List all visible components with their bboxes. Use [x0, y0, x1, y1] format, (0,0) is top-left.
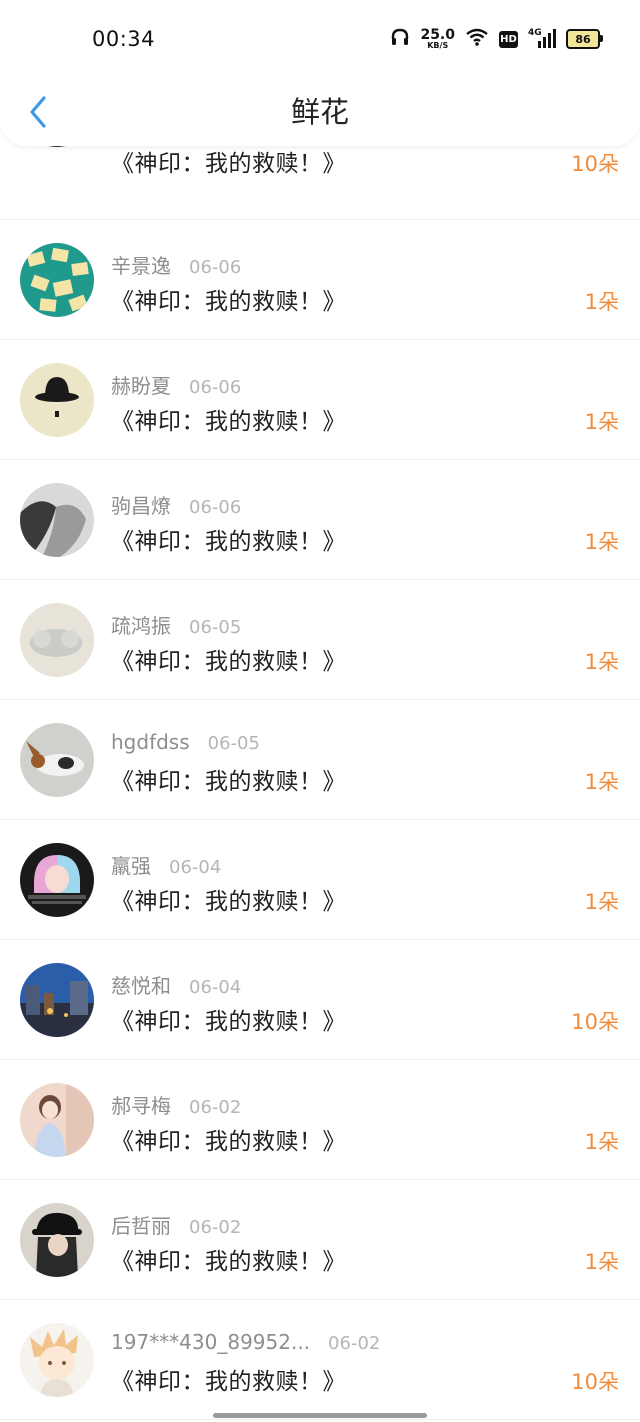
- list-item[interactable]: 辛景逸 06-06 《神印：我的救赎！》 1朵: [0, 220, 640, 340]
- avatar[interactable]: [20, 363, 94, 437]
- status-icons: 25.0 KB/S HD 4G 86: [390, 24, 603, 54]
- flower-count: 1朵: [584, 890, 619, 914]
- list-item[interactable]: 赫盼夏 06-06 《神印：我的救赎！》 1朵: [0, 340, 640, 460]
- user-name: 赫盼夏: [111, 374, 171, 398]
- gift-date: 06-06: [189, 497, 242, 518]
- list-item[interactable]: 后哲丽 06-02 《神印：我的救赎！》 1朵: [0, 1180, 640, 1300]
- gift-date: 06-06: [189, 257, 242, 278]
- gift-date: 06-02: [189, 1217, 242, 1238]
- flower-count: 1朵: [584, 290, 619, 314]
- wifi-icon: [465, 27, 489, 51]
- app-header: 00:34 25.0 KB/S HD 4G 86 鲜花: [0, 0, 640, 146]
- gift-date: 06-02: [328, 1333, 381, 1354]
- user-name: 辛景逸: [111, 254, 171, 278]
- book-title: 《神印：我的救赎！》: [111, 409, 346, 435]
- home-indicator[interactable]: [213, 1413, 427, 1418]
- flower-count: 1朵: [584, 410, 619, 434]
- book-title: 《神印：我的救赎！》: [111, 889, 346, 915]
- book-title: 《神印：我的救赎！》: [111, 151, 346, 177]
- avatar[interactable]: [20, 603, 94, 677]
- flower-count: 1朵: [584, 530, 619, 554]
- avatar[interactable]: [20, 963, 94, 1037]
- user-info: 慈悦和 06-04: [111, 970, 241, 999]
- list-item[interactable]: 慈悦和 06-04 《神印：我的救赎！》 10朵: [0, 940, 640, 1060]
- book-title: 《神印：我的救赎！》: [111, 1009, 346, 1035]
- flower-count: 1朵: [584, 1250, 619, 1274]
- avatar[interactable]: [20, 1083, 94, 1157]
- status-time: 00:34: [92, 27, 156, 51]
- user-name: 驹昌燎: [111, 494, 171, 518]
- avatar[interactable]: [20, 723, 94, 797]
- avatar[interactable]: [20, 1323, 94, 1397]
- gift-date: 06-04: [169, 857, 222, 878]
- flower-count: 1朵: [584, 650, 619, 674]
- flower-count: 1朵: [584, 770, 619, 794]
- flower-count: 10朵: [571, 1010, 619, 1034]
- user-info: 后哲丽 06-02: [111, 1210, 241, 1239]
- user-info: 羸强 06-04: [111, 850, 221, 879]
- list-item[interactable]: 羸强 06-04 《神印：我的救赎！》 1朵: [0, 820, 640, 940]
- flower-count: 10朵: [571, 152, 619, 176]
- hd-icon: HD: [499, 30, 518, 48]
- list-item[interactable]: hgdfdss 06-05 《神印：我的救赎！》 1朵: [0, 700, 640, 820]
- gift-date: 06-02: [189, 1097, 242, 1118]
- flower-count: 10朵: [571, 1370, 619, 1394]
- gift-date: 06-06: [189, 377, 242, 398]
- net-speed-value: 25.0: [420, 27, 455, 43]
- book-title: 《神印：我的救赎！》: [111, 1369, 346, 1395]
- list-item[interactable]: 疏鸿振 06-05 《神印：我的救赎！》 1朵: [0, 580, 640, 700]
- user-name: hgdfdss: [111, 730, 190, 754]
- avatar[interactable]: [20, 1203, 94, 1277]
- gift-date: 06-05: [207, 733, 260, 754]
- flower-count: 1朵: [584, 1130, 619, 1154]
- book-title: 《神印：我的救赎！》: [111, 1129, 346, 1155]
- user-info: 驹昌燎 06-06: [111, 490, 241, 519]
- book-title: 《神印：我的救赎！》: [111, 529, 346, 555]
- signal-4g-icon: 4G: [528, 28, 556, 49]
- user-info: 疏鸿振 06-05: [111, 610, 241, 639]
- battery-icon: 86: [566, 29, 603, 49]
- gift-date: 06-05: [189, 617, 242, 638]
- user-info: 197***430_89952... 06-02: [111, 1330, 380, 1354]
- flower-record-list: 《神印：我的救赎！》 10朵 辛景逸 06-06 《神印：我的救赎！》 1朵 赫…: [0, 73, 640, 1420]
- avatar[interactable]: [20, 243, 94, 317]
- avatar[interactable]: [20, 843, 94, 917]
- gift-date: 06-04: [189, 977, 242, 998]
- user-info: 郝寻梅 06-02: [111, 1090, 241, 1119]
- user-info: hgdfdss 06-05: [111, 730, 260, 754]
- user-name: 羸强: [111, 854, 151, 878]
- user-info: 辛景逸 06-06: [111, 250, 241, 279]
- user-name: 197***430_89952...: [111, 1330, 311, 1354]
- list-item[interactable]: 驹昌燎 06-06 《神印：我的救赎！》 1朵: [0, 460, 640, 580]
- user-name: 后哲丽: [111, 1214, 171, 1238]
- user-info: 赫盼夏 06-06: [111, 370, 241, 399]
- net-speed-unit: KB/S: [427, 41, 449, 50]
- list-item[interactable]: 197***430_89952... 06-02 《神印：我的救赎！》 10朵: [0, 1300, 640, 1420]
- user-name: 郝寻梅: [111, 1094, 171, 1118]
- book-title: 《神印：我的救赎！》: [111, 1249, 346, 1275]
- avatar[interactable]: [20, 483, 94, 557]
- headphones-icon: [390, 27, 410, 51]
- user-name: 疏鸿振: [111, 614, 171, 638]
- user-name: 慈悦和: [111, 974, 171, 998]
- book-title: 《神印：我的救赎！》: [111, 649, 346, 675]
- page-title: 鲜花: [290, 95, 349, 129]
- status-bar: 00:34 25.0 KB/S HD 4G 86: [0, 0, 640, 80]
- list-item[interactable]: 郝寻梅 06-02 《神印：我的救赎！》 1朵: [0, 1060, 640, 1180]
- net-speed: 25.0 KB/S: [420, 28, 455, 50]
- book-title: 《神印：我的救赎！》: [111, 289, 346, 315]
- book-title: 《神印：我的救赎！》: [111, 769, 346, 795]
